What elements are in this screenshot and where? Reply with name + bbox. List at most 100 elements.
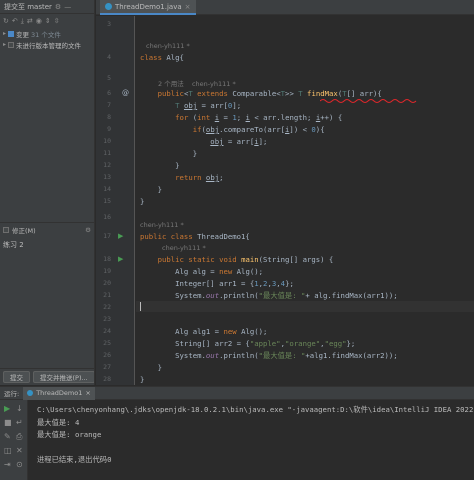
line-number: 20 [103, 279, 111, 287]
gear-icon[interactable]: ⚙ [85, 226, 91, 234]
line-number: 15 [103, 197, 111, 205]
code-line[interactable]: } [140, 375, 144, 384]
line-number: 24 [103, 327, 111, 335]
close-icon[interactable]: × [85, 389, 90, 397]
commit-message-input[interactable]: 练习 2 [3, 240, 92, 360]
override-icon[interactable]: @ [122, 89, 129, 97]
wrench-icon[interactable]: ✎ [4, 432, 11, 441]
author-hint[interactable]: chen-yh111 * [162, 244, 206, 252]
rerun-icon[interactable]: ▶ [4, 404, 10, 413]
tree-row-changes[interactable]: ▸ 变更 31 个文件 [0, 28, 94, 39]
amend-checkbox[interactable] [3, 226, 9, 233]
code-line[interactable]: Alg alg1 = new Alg(); [140, 327, 267, 336]
login-icon[interactable]: ⇥ [4, 460, 11, 469]
line-number: 18 [103, 255, 111, 263]
tab-threaddemo1[interactable]: ThreadDemo1.java × [100, 0, 196, 15]
code-line[interactable]: return obj; [140, 173, 223, 182]
chevron-right-icon[interactable]: ▸ [3, 41, 6, 48]
download-icon[interactable]: ⤓ [21, 17, 24, 26]
author-hint[interactable]: 2 个用法 chen-yh111 * [158, 78, 236, 88]
commit-push-button[interactable]: 提交并推送(P)... [33, 371, 94, 383]
rollback-icon[interactable]: ↶ [12, 17, 18, 25]
commit-panel-title: 提交至 master [4, 2, 52, 11]
console-output[interactable]: C:\Users\chenyonhang\.jdks\openjdk-18.0.… [29, 400, 474, 480]
line-number: 21 [103, 291, 111, 299]
chevron-right-icon[interactable]: ▸ [3, 30, 6, 37]
code-line[interactable]: Alg alg = new Alg(); [140, 267, 263, 276]
tree-row-unversioned[interactable]: ▸ 未进行版本管理的文件 [0, 39, 94, 50]
print-icon[interactable]: ⎙ [16, 432, 22, 442]
editor-gutter: 3 4 5 6 7 8 9 10 11 12 13 14 15 16 17 18 19 20 21 22 23 24 25 2… [96, 16, 135, 385]
error-underline [320, 99, 417, 103]
code-line[interactable]: System.out.println("最大值是: "+ alg.findMax… [140, 291, 398, 301]
code-line[interactable]: public static void main(String[] args) { [140, 255, 334, 264]
code-line[interactable]: obj = arr[i]; [140, 137, 267, 146]
run-tab-label: ThreadDemo1 [36, 389, 83, 397]
code-line[interactable]: public class ThreadDemo1{ [140, 232, 250, 241]
line-number: 5 [107, 74, 111, 82]
commit-toolbar: ↻ ↶ ⤓ ⇄ ◉ ⇕ ⇳ [0, 14, 94, 28]
run-toolbar: ▶ ↓ ■ ↵ ✎ ⎙ ◫ ✕ ⇥ ⊙ [0, 400, 28, 480]
code-line[interactable]: if(obj.compareTo(arr[i]) < 0){ [140, 125, 325, 134]
code-line[interactable]: T obj = arr[0]; [140, 101, 241, 110]
settings-icon[interactable]: ⚙ [55, 3, 61, 11]
run-gutter-icon[interactable]: ▶ [118, 255, 123, 263]
run-label: 运行: [4, 390, 20, 398]
author-hint[interactable]: chen-yh111 * [146, 42, 190, 50]
file-count: 31 个文件 [31, 30, 61, 39]
close-icon[interactable]: × [185, 3, 191, 11]
unversioned-checkbox[interactable] [8, 41, 15, 48]
code-line[interactable]: } [140, 161, 179, 170]
tree-label: 未进行版本管理的文件 [16, 41, 82, 50]
run-gutter-icon[interactable]: ▶ [118, 232, 123, 240]
line-number: 9 [107, 125, 111, 133]
run-tab-threaddemo1[interactable]: ThreadDemo1 × [23, 386, 95, 400]
line-number: 6 [107, 89, 111, 97]
current-line-highlight [136, 301, 474, 312]
line-number: 23 [103, 315, 111, 323]
code-line[interactable]: String[] arr2 = {"apple","orange","egg"}… [140, 339, 355, 348]
pin-icon[interactable]: ⊙ [16, 460, 23, 469]
changes-checkbox[interactable] [8, 30, 15, 37]
commit-button[interactable]: 提交 [3, 371, 30, 383]
code-line[interactable]: } [140, 185, 162, 194]
line-number: 4 [107, 53, 111, 61]
expand-icon[interactable]: ⇕ [45, 17, 51, 25]
wrap-icon[interactable]: ↵ [16, 418, 23, 427]
java-class-icon [105, 3, 112, 10]
tree-label: 变更 [16, 30, 30, 39]
line-number: 3 [107, 20, 111, 28]
amend-row[interactable]: 修正(M) ⚙ [0, 222, 94, 236]
code-line[interactable]: Integer[] arr1 = {1,2,3,4}; [140, 279, 294, 288]
diff-icon[interactable]: ⇄ [27, 17, 33, 25]
line-number: 19 [103, 267, 111, 275]
code-line[interactable]: class Alg{ [140, 53, 184, 62]
console-line: 最大值是: orange [37, 430, 102, 439]
eye-icon[interactable]: ◉ [36, 17, 42, 25]
author-hint[interactable]: chen-yh111 * [140, 221, 184, 229]
run-panel-header: 运行: ThreadDemo1 × [0, 386, 474, 400]
code-line[interactable]: } [140, 149, 197, 158]
trash-icon[interactable]: ✕ [16, 446, 23, 455]
refresh-icon[interactable]: ↻ [3, 17, 9, 25]
console-line: 最大值是: 4 [37, 417, 80, 427]
code-line[interactable]: } [140, 363, 162, 372]
console-line: C:\Users\chenyonhang\.jdks\openjdk-18.0.… [37, 405, 474, 414]
line-number: 28 [103, 375, 111, 383]
commit-panel: 提交至 master ⚙ — ↻ ↶ ⤓ ⇄ ◉ ⇕ ⇳ ▸ 变更 31 个文件… [0, 0, 95, 385]
code-editor[interactable]: chen-yh111 * class Alg{ 2 个用法 chen-yh111 *… [136, 16, 474, 385]
line-number: 8 [107, 113, 111, 121]
camera-icon[interactable]: ◫ [4, 446, 12, 455]
minimize-icon[interactable]: — [64, 3, 71, 11]
line-number: 27 [103, 363, 111, 371]
amend-label: 修正(M) [12, 226, 36, 235]
commit-panel-header: 提交至 master ⚙ — [0, 0, 94, 14]
code-line[interactable]: } [140, 197, 144, 206]
line-number: 13 [103, 173, 111, 181]
stop-icon[interactable]: ■ [4, 418, 12, 427]
code-line[interactable]: for (int i = 1; i < arr.length; i++) { [140, 113, 342, 122]
collapse-icon[interactable]: ⇳ [54, 17, 60, 25]
code-line[interactable]: public<T extends Comparable<T>> T findMa… [140, 89, 382, 98]
down-arrow-icon[interactable]: ↓ [16, 404, 23, 413]
code-line[interactable]: System.out.println("最大值是: "+alg1.findMax… [140, 351, 398, 361]
